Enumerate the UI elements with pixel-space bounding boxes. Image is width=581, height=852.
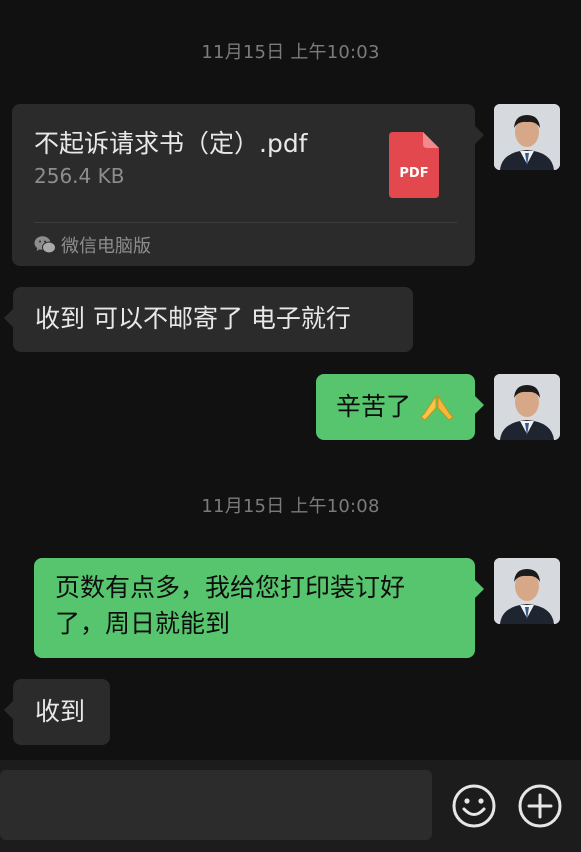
message-text: 收到 可以不邮寄了 电子就行 <box>35 304 351 333</box>
file-source: 微信电脑版 <box>34 232 151 258</box>
message-bubble-outgoing[interactable]: 页数有点多，我给您打印装订好 了，周日就能到 <box>34 558 484 658</box>
avatar[interactable] <box>494 558 560 624</box>
file-divider <box>34 222 457 223</box>
pdf-badge-label: PDF <box>399 166 428 181</box>
message-text: 收到 <box>35 697 86 726</box>
message-bubble-incoming[interactable]: 收到 可以不邮寄了 电子就行 <box>4 287 413 352</box>
prayer-hands-emoji-icon <box>420 394 454 421</box>
timestamp: 11月15日 上午10:08 <box>201 496 380 517</box>
message-text-line: 了，周日就能到 <box>55 609 231 638</box>
avatar[interactable] <box>494 374 560 440</box>
message-text-line: 页数有点多，我给您打印装订好 <box>55 573 406 602</box>
pdf-file-icon: PDF <box>389 132 439 198</box>
file-message-bubble[interactable]: 不起诉请求书（定）.pdf 256.4 KB PDF 微信电脑版 <box>12 104 484 266</box>
file-name: 不起诉请求书（定）.pdf <box>34 129 308 158</box>
avatar-image <box>494 104 560 170</box>
message-bubble-outgoing[interactable]: 辛苦了 <box>316 374 484 440</box>
message-bubble-incoming[interactable]: 收到 <box>4 679 110 745</box>
file-size: 256.4 KB <box>34 164 125 188</box>
smiley-icon[interactable] <box>450 782 498 830</box>
message-input[interactable] <box>0 770 432 840</box>
avatar-image <box>494 558 560 624</box>
source-label: 微信电脑版 <box>61 236 151 257</box>
message-text: 辛苦了 <box>336 392 412 421</box>
plus-circle-icon[interactable] <box>516 782 564 830</box>
wechat-icon <box>34 236 56 254</box>
timestamp: 11月15日 上午10:03 <box>201 42 380 63</box>
avatar-image <box>494 374 560 440</box>
chat-area[interactable]: 11月15日 上午10:03 不起诉请求书（定）.pdf 256.4 KB PD… <box>0 0 581 760</box>
input-bar <box>0 760 581 852</box>
avatar[interactable] <box>494 104 560 170</box>
